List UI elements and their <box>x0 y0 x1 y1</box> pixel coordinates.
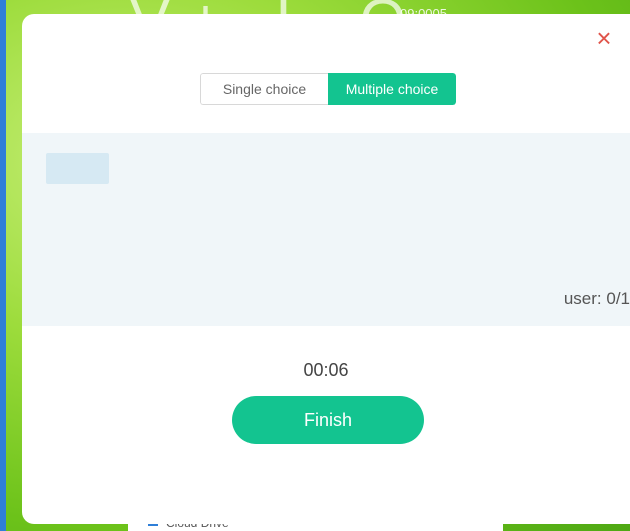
window-edge <box>0 0 6 531</box>
results-area: user: 0/1 <box>22 133 630 326</box>
countdown-timer: 00:06 <box>303 360 349 380</box>
tab-single-choice[interactable]: Single choice <box>200 73 328 105</box>
tab-multiple-choice[interactable]: Multiple choice <box>328 73 456 105</box>
finish-button[interactable]: Finish <box>232 396 424 444</box>
close-icon[interactable]: × <box>592 25 616 51</box>
answer-chip <box>46 153 109 184</box>
user-count: user: 0/1 <box>563 289 630 308</box>
question-type-toggle: Single choice Multiple choice <box>200 73 456 105</box>
quiz-dialog: × Single choice Multiple choice user: 0/… <box>22 14 630 524</box>
